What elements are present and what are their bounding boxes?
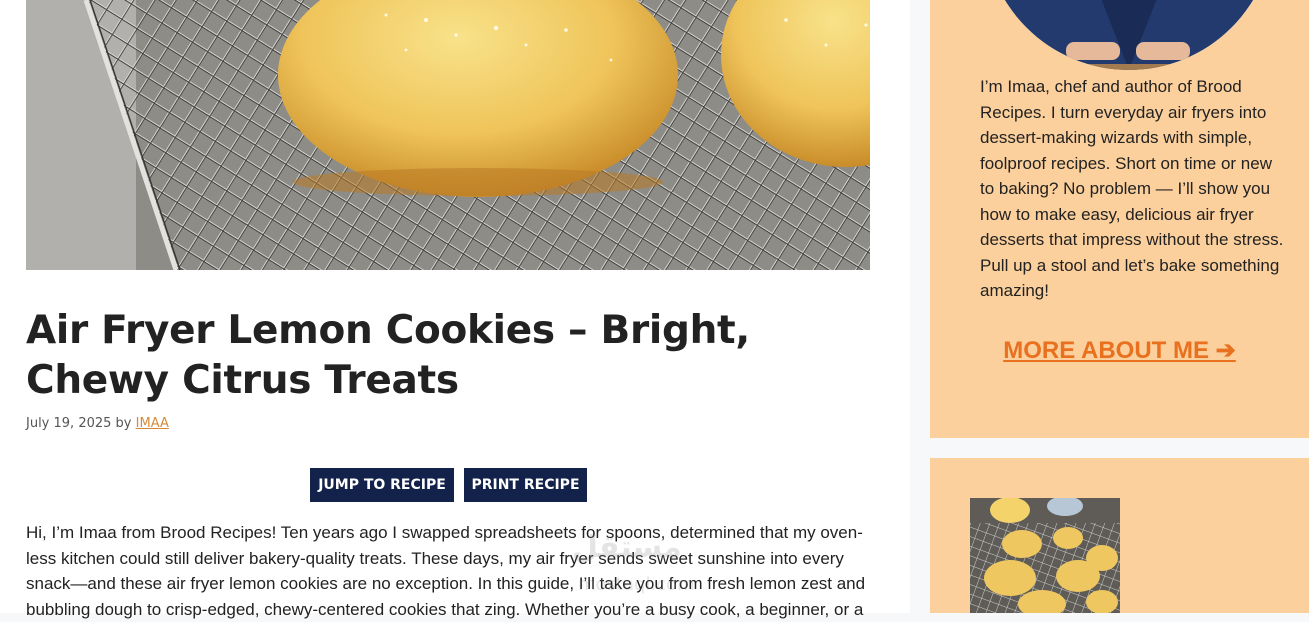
author-avatar [984, 0, 1274, 70]
main-content: Air Fryer Lemon Cookies – Bright, Chewy … [0, 0, 910, 619]
jump-to-recipe-button[interactable]: JUMP TO RECIPE [310, 468, 454, 502]
lemon-cookies-thumbnail-image [970, 498, 1120, 613]
recent-post-thumbnail[interactable] [970, 498, 1120, 613]
post-meta: July 19, 2025 by IMAA [26, 416, 169, 431]
author-link[interactable]: IMAA [136, 416, 169, 431]
more-about-me-link[interactable]: MORE ABOUT ME ➔ [930, 336, 1309, 365]
hero-image [26, 0, 870, 270]
chef-photo [984, 0, 1274, 70]
print-recipe-button[interactable]: PRINT RECIPE [464, 468, 587, 502]
intro-paragraph: Hi, I’m Imaa from Brood Recipes! Ten yea… [26, 523, 866, 619]
recent-post-card [930, 458, 1309, 613]
post-date: July 19, 2025 [26, 416, 112, 431]
about-card: I’m Imaa, chef and author of Brood Recip… [930, 0, 1309, 438]
author-bio: I’m Imaa, chef and author of Brood Recip… [980, 77, 1284, 300]
post-by-label: by [115, 416, 132, 431]
post-title: Air Fryer Lemon Cookies – Bright, Chewy … [26, 308, 750, 403]
cooling-rack-illustration [26, 0, 870, 270]
